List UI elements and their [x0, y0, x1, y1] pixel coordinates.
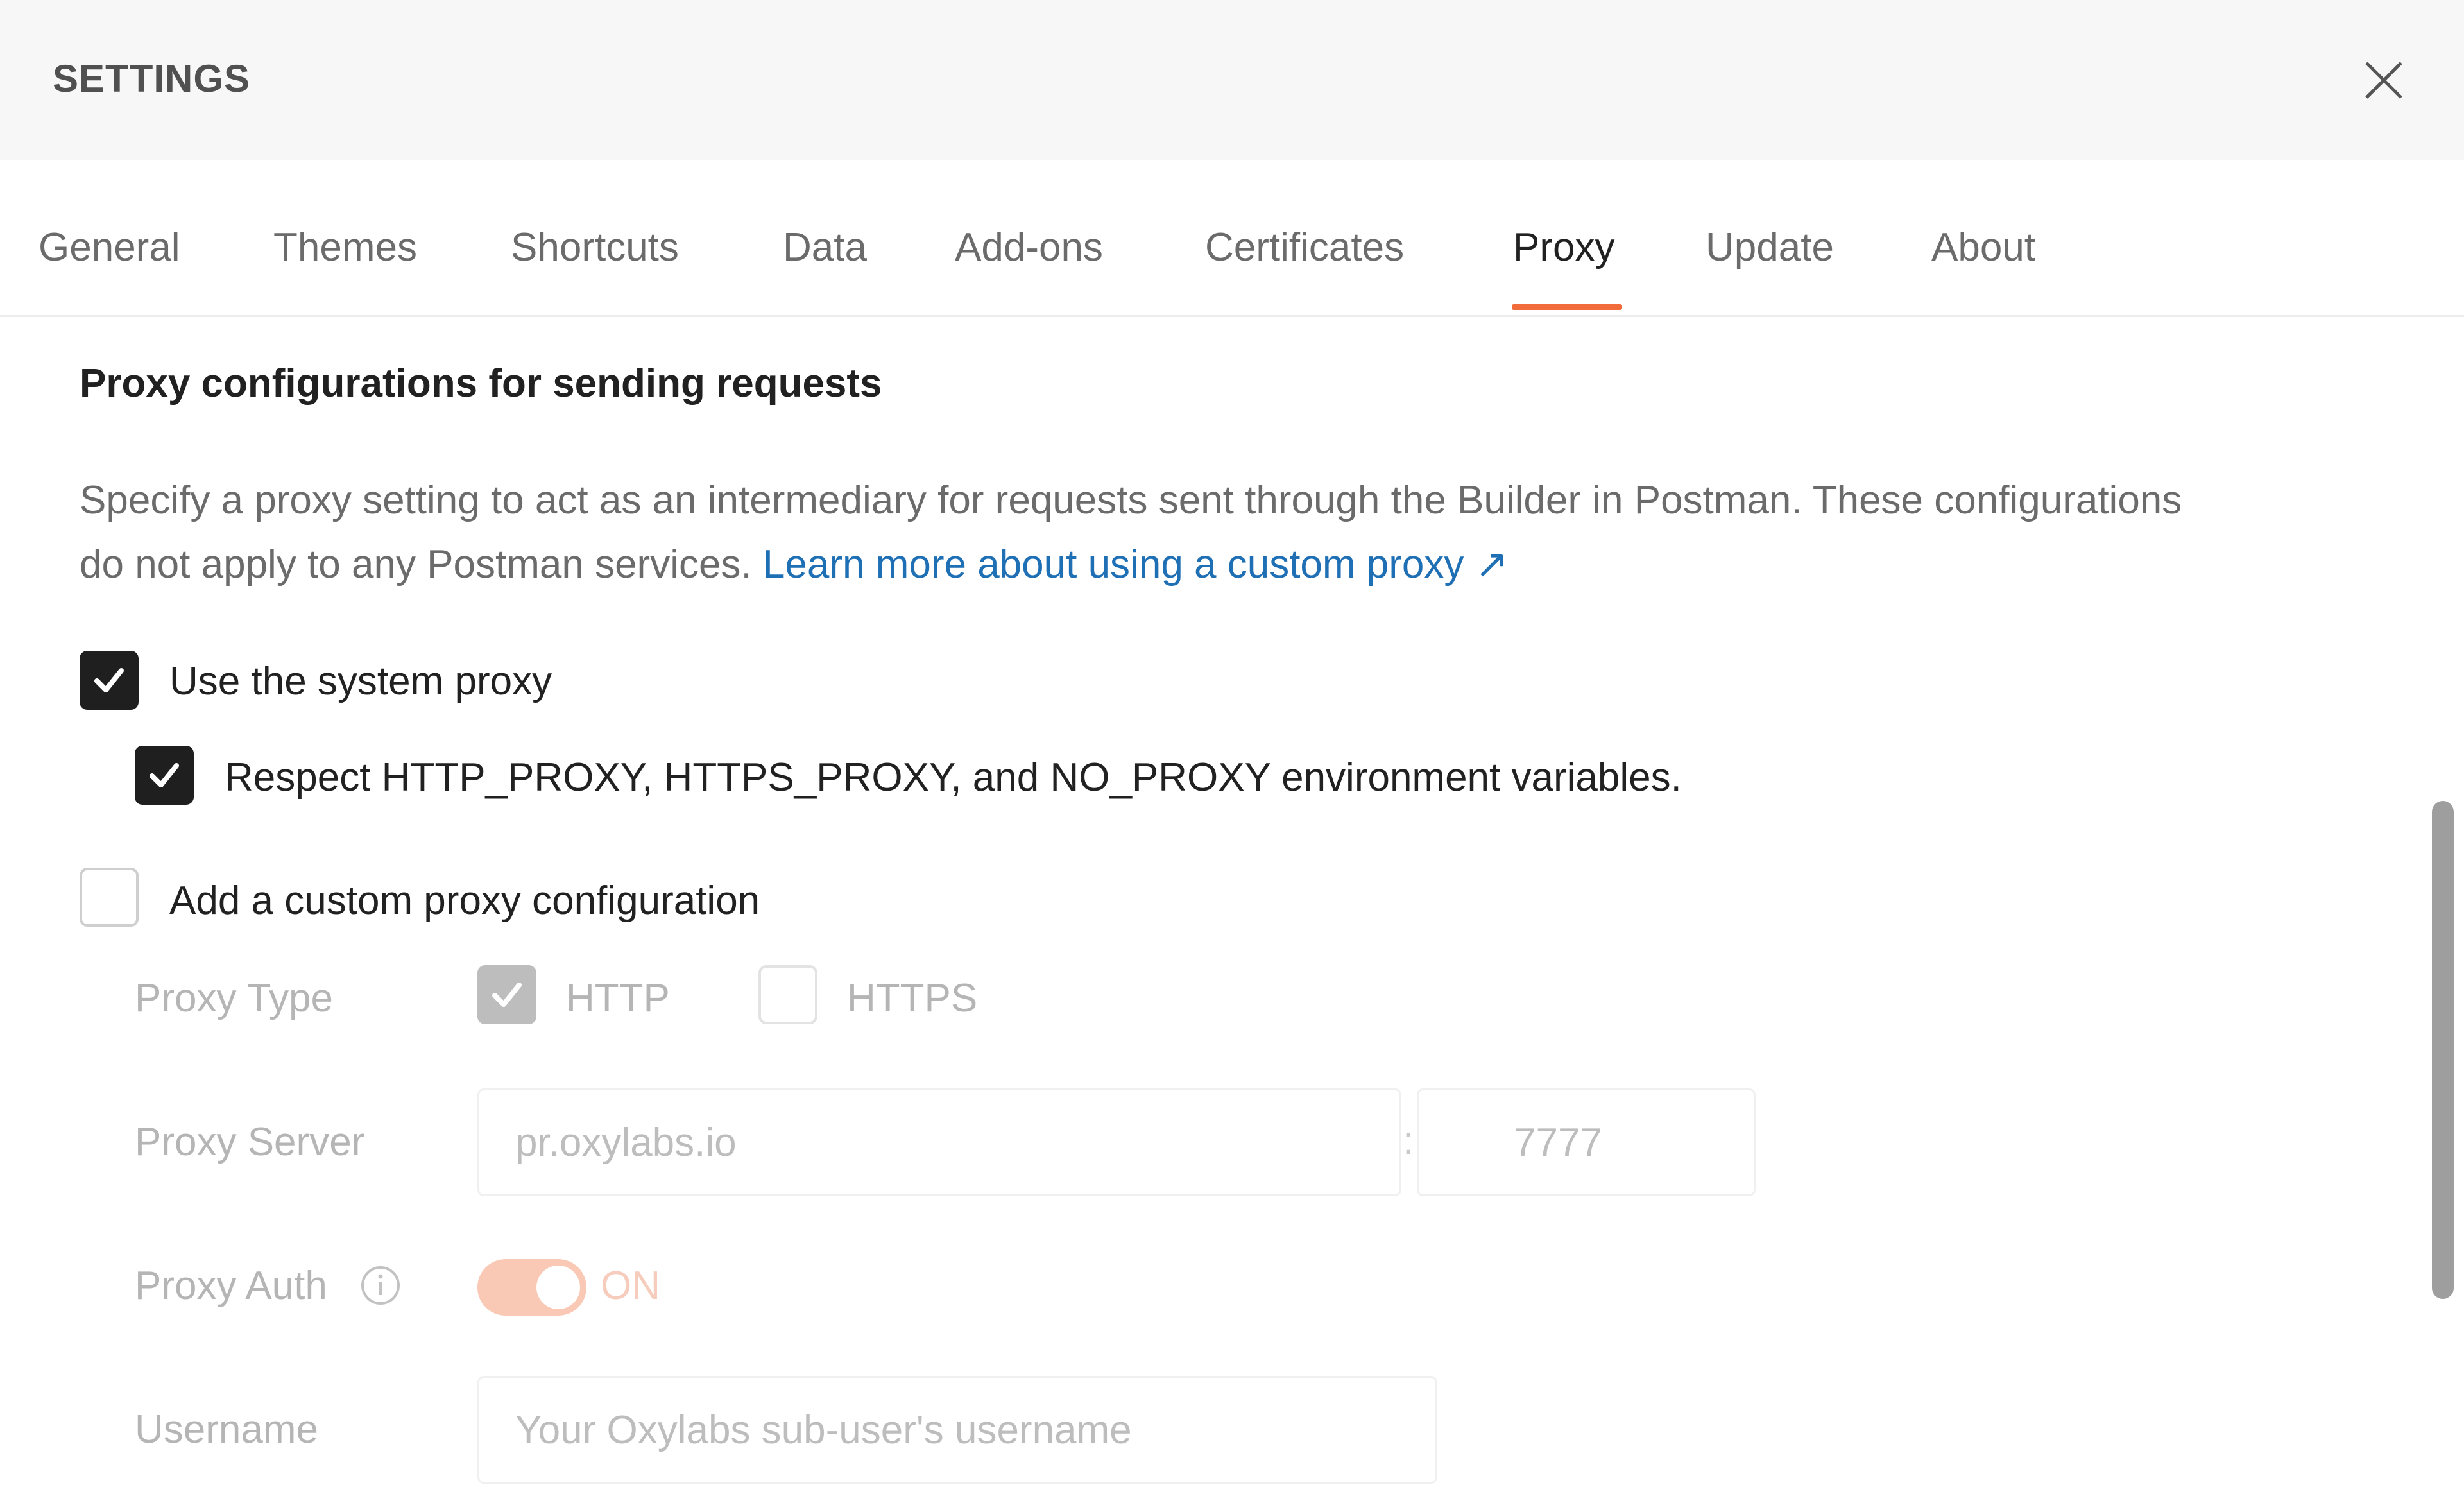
proxy-server-label: Proxy Server: [135, 1120, 365, 1164]
tab-update[interactable]: Update: [1706, 225, 1834, 270]
info-icon[interactable]: [359, 1264, 402, 1307]
proxy-type-https-label[interactable]: HTTPS: [847, 975, 977, 1021]
checkmark-icon: [94, 668, 124, 692]
modal-header: SETTINGS: [0, 0, 2464, 160]
tab-shortcuts[interactable]: Shortcuts: [511, 225, 679, 270]
proxy-settings-panel: Proxy configurations for sending request…: [0, 317, 2419, 1512]
toggle-knob: [536, 1266, 580, 1309]
checkmark-icon: [492, 983, 522, 1007]
tab-add-ons[interactable]: Add-ons: [955, 225, 1103, 270]
close-button[interactable]: [2361, 58, 2406, 103]
tab-general[interactable]: General: [38, 225, 180, 270]
proxy-description: Specify a proxy setting to act as an int…: [80, 468, 2197, 597]
proxy-type-http-label[interactable]: HTTP: [566, 975, 670, 1021]
username-label: Username: [135, 1407, 318, 1452]
proxy-server-host-input[interactable]: pr.oxylabs.io: [477, 1088, 1401, 1196]
active-tab-indicator: [1512, 304, 1622, 310]
tab-data[interactable]: Data: [783, 225, 867, 270]
proxy-auth-toggle-label: ON: [601, 1264, 660, 1308]
modal-title: SETTINGS: [53, 57, 251, 100]
settings-modal: SETTINGS General Themes Shortcuts Data A…: [0, 0, 2464, 1512]
close-icon: [2365, 62, 2402, 99]
vertical-scrollbar[interactable]: [2432, 801, 2454, 1299]
custom-proxy-link[interactable]: Learn more about using a custom proxy ↗: [763, 542, 1509, 587]
tab-certificates[interactable]: Certificates: [1205, 225, 1404, 270]
respect-env-label[interactable]: Respect HTTP_PROXY, HTTPS_PROXY, and NO_…: [225, 755, 1682, 800]
proxy-auth-toggle[interactable]: [477, 1259, 586, 1316]
respect-env-checkbox[interactable]: [135, 746, 194, 805]
proxy-type-https-checkbox[interactable]: [758, 965, 817, 1024]
username-input[interactable]: Your Oxylabs sub-user's username: [477, 1376, 1437, 1484]
custom-proxy-checkbox[interactable]: [80, 868, 139, 927]
proxy-server-port-input[interactable]: 7777: [1417, 1088, 1756, 1196]
checkmark-icon: [150, 763, 179, 787]
proxy-type-http-checkbox[interactable]: [477, 965, 536, 1024]
section-title: Proxy configurations for sending request…: [80, 361, 882, 406]
tab-themes[interactable]: Themes: [273, 225, 417, 270]
host-port-separator: :: [1403, 1119, 1414, 1163]
use-system-proxy-label[interactable]: Use the system proxy: [169, 658, 552, 704]
custom-proxy-label[interactable]: Add a custom proxy configuration: [169, 878, 760, 924]
proxy-auth-label: Proxy Auth: [135, 1264, 327, 1308]
tab-about[interactable]: About: [1931, 225, 2035, 270]
tab-proxy[interactable]: Proxy: [1513, 225, 1614, 270]
settings-tabs: General Themes Shortcuts Data Add-ons Ce…: [0, 160, 2464, 317]
use-system-proxy-checkbox[interactable]: [80, 651, 139, 710]
proxy-type-label: Proxy Type: [135, 976, 334, 1020]
